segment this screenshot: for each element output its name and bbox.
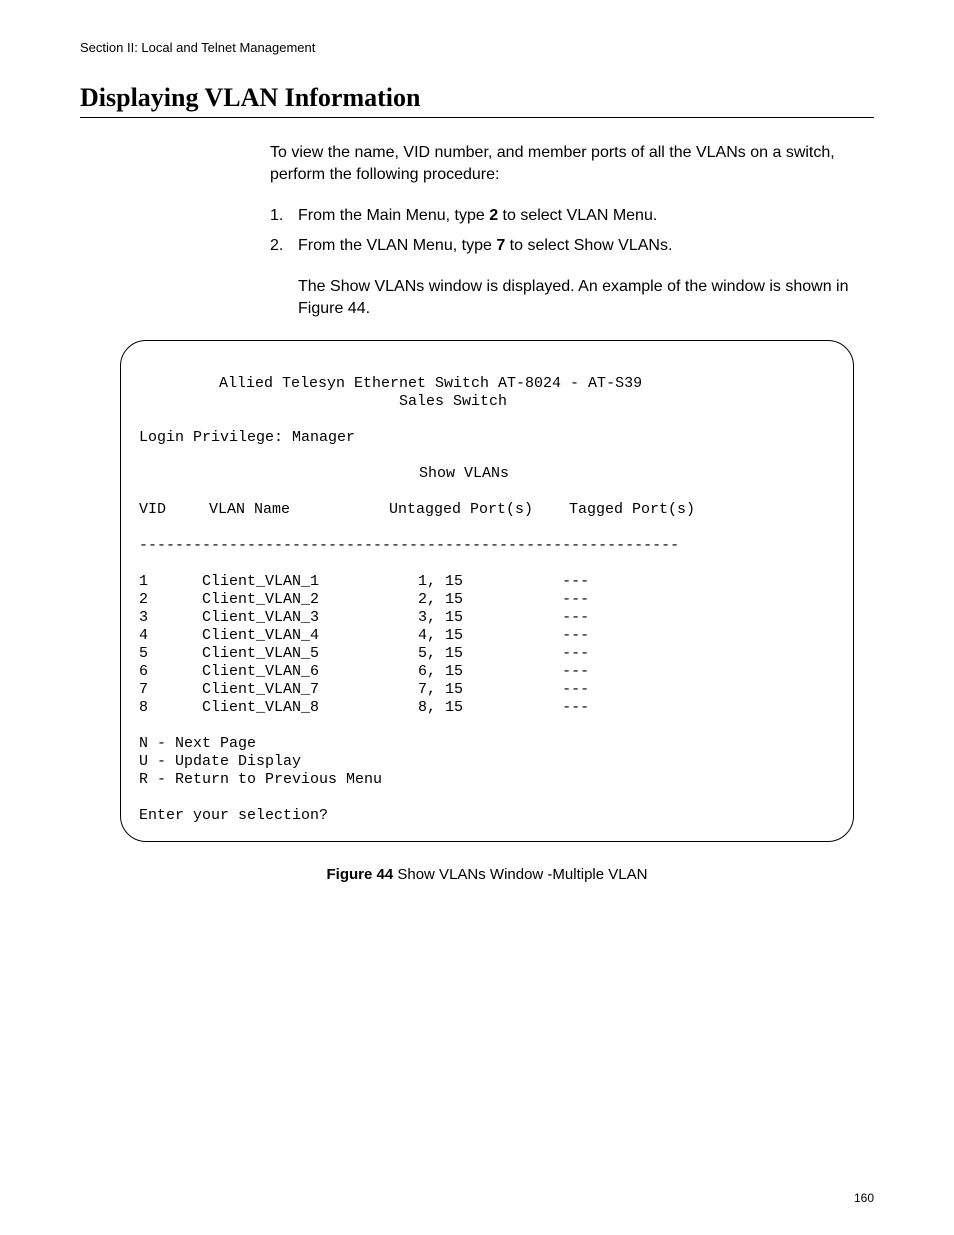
col-untagged: Untagged Port(s) (389, 501, 569, 519)
vlan-row: 3 Client_VLAN_3 3, 15 --- (139, 609, 835, 627)
terminal-header-2: Sales Switch (139, 393, 835, 411)
result-text: The Show VLANs window is displayed. An e… (298, 276, 874, 319)
screen-title: Show VLANs (139, 465, 835, 483)
col-vid: VID (139, 501, 209, 519)
step-bold: 7 (496, 237, 505, 254)
col-name: VLAN Name (209, 501, 389, 519)
step-number: 2. (270, 235, 298, 257)
col-tagged: Tagged Port(s) (569, 501, 695, 518)
column-headers: VIDVLAN NameUntagged Port(s)Tagged Port(… (139, 501, 695, 518)
figure-caption: Figure 44 Show VLANs Window -Multiple VL… (120, 866, 854, 883)
step-bold: 2 (489, 207, 498, 224)
step-pre: From the Main Menu, type (298, 207, 489, 224)
divider: ----------------------------------------… (139, 537, 679, 554)
vlan-rows: 1 Client_VLAN_1 1, 15 ---2 Client_VLAN_2… (139, 573, 835, 717)
intro-text: To view the name, VID number, and member… (270, 142, 874, 185)
vlan-row: 6 Client_VLAN_6 6, 15 --- (139, 663, 835, 681)
vlan-row: 2 Client_VLAN_2 2, 15 --- (139, 591, 835, 609)
step: 2. From the VLAN Menu, type 7 to select … (270, 235, 874, 257)
step-text: From the Main Menu, type 2 to select VLA… (298, 205, 874, 227)
vlan-row: 8 Client_VLAN_8 8, 15 --- (139, 699, 835, 717)
terminal-window: Allied Telesyn Ethernet Switch AT-8024 -… (120, 340, 854, 842)
page-title: Displaying VLAN Information (80, 83, 874, 118)
step-number: 1. (270, 205, 298, 227)
vlan-row: 7 Client_VLAN_7 7, 15 --- (139, 681, 835, 699)
menu-item: R - Return to Previous Menu (139, 771, 382, 788)
step-post: to select VLAN Menu. (498, 207, 657, 224)
vlan-row: 1 Client_VLAN_1 1, 15 --- (139, 573, 835, 591)
step-post: to select Show VLANs. (505, 237, 672, 254)
section-header: Section II: Local and Telnet Management (80, 40, 874, 55)
vlan-row: 5 Client_VLAN_5 5, 15 --- (139, 645, 835, 663)
figure-label: Figure 44 (327, 866, 394, 883)
step-pre: From the VLAN Menu, type (298, 237, 496, 254)
figure-text: Show VLANs Window -Multiple VLAN (393, 866, 647, 883)
step: 1. From the Main Menu, type 2 to select … (270, 205, 874, 227)
menu-item: N - Next Page (139, 735, 256, 752)
step-text: From the VLAN Menu, type 7 to select Sho… (298, 235, 874, 257)
steps-list: 1. From the Main Menu, type 2 to select … (270, 205, 874, 256)
terminal-header-1: Allied Telesyn Ethernet Switch AT-8024 -… (139, 375, 835, 393)
prompt: Enter your selection? (139, 807, 328, 824)
vlan-row: 4 Client_VLAN_4 4, 15 --- (139, 627, 835, 645)
menu-item: U - Update Display (139, 753, 301, 770)
login-line: Login Privilege: Manager (139, 429, 355, 446)
page-number: 160 (854, 1191, 874, 1205)
